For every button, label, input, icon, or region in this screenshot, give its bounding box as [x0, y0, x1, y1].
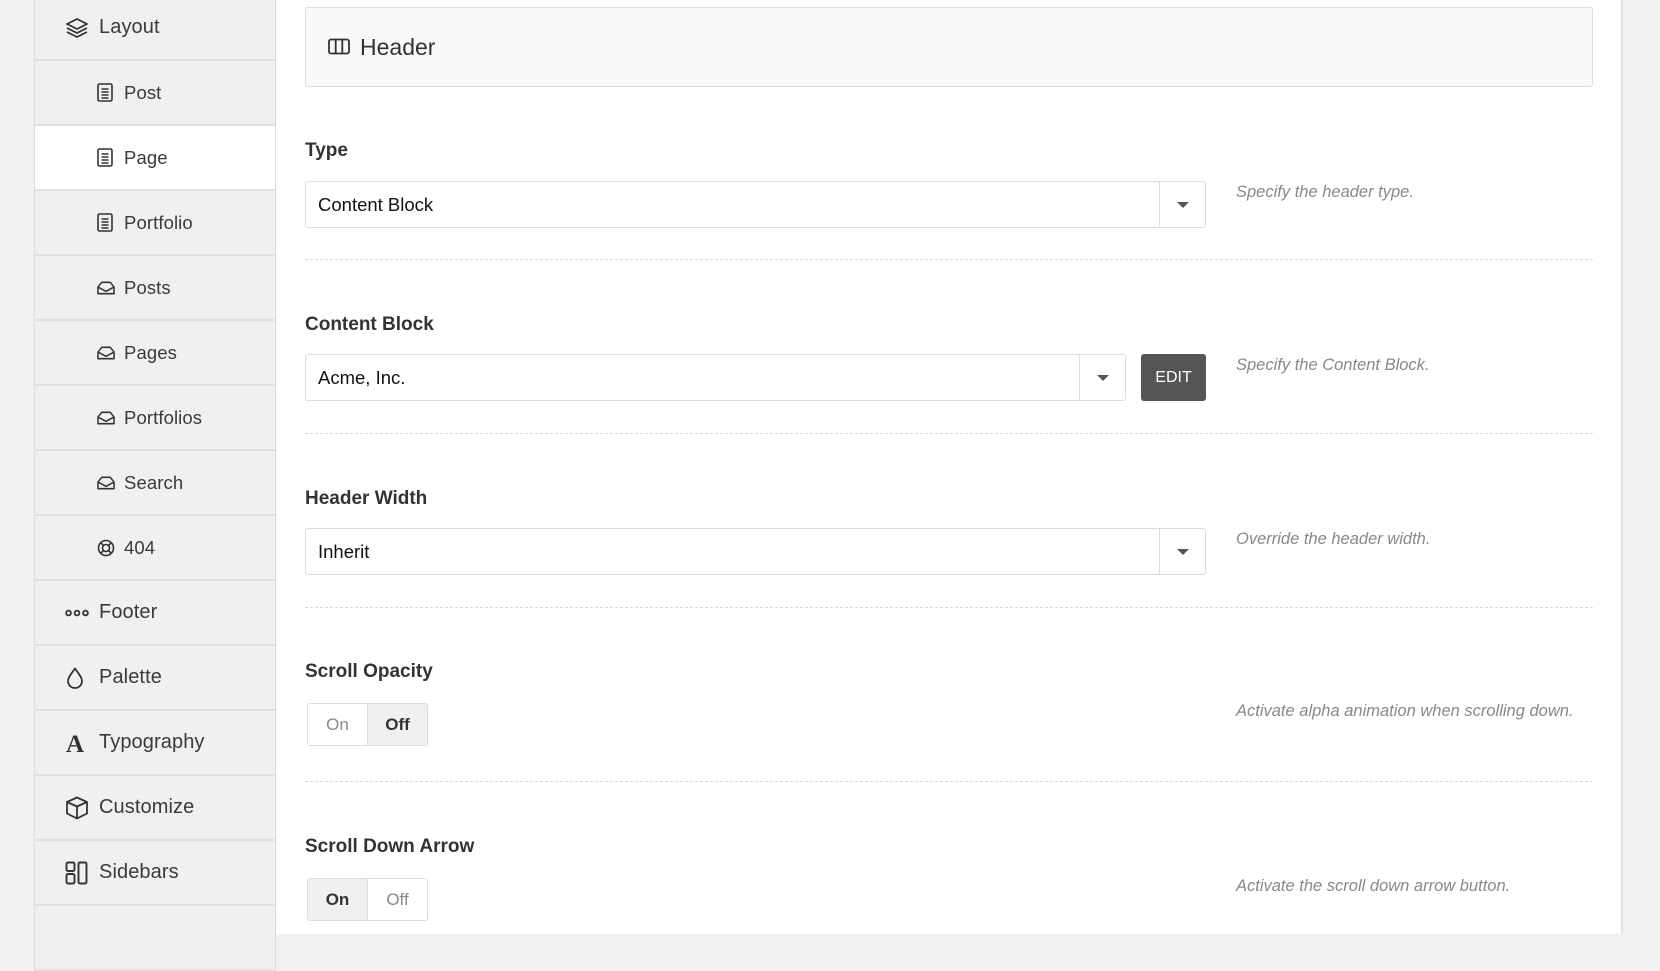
- scroll-opacity-off-option[interactable]: Off: [367, 704, 427, 745]
- sidebar-item-label: Palette: [99, 666, 162, 688]
- inbox-icon: [97, 472, 115, 494]
- layers-icon: [65, 17, 91, 39]
- life-ring-icon: [97, 537, 115, 559]
- sidebar-item-label: Post: [124, 81, 162, 103]
- type-help: Specify the header type.: [1236, 183, 1414, 201]
- sidebar-item-portfolios[interactable]: Portfolios: [35, 386, 275, 451]
- sidebar-item-label: Layout: [99, 16, 160, 38]
- sidebar-item-label: Footer: [99, 601, 158, 623]
- type-label: Type: [305, 140, 348, 161]
- sidebar-item-footer[interactable]: Footer: [35, 581, 275, 646]
- divider: [305, 781, 1593, 782]
- inbox-icon: [97, 407, 115, 429]
- caret-down-icon: [1096, 374, 1109, 381]
- header-width-select[interactable]: Inherit: [305, 528, 1206, 575]
- scroll-down-arrow-off-option[interactable]: Off: [367, 879, 427, 920]
- sidebar-item-search[interactable]: Search: [35, 451, 275, 516]
- ellipsis-icon: [65, 602, 91, 624]
- divider: [305, 433, 1593, 434]
- content-block-select-value: Acme, Inc.: [318, 366, 406, 388]
- sidebar-item-customize[interactable]: Customize: [35, 776, 275, 841]
- sidebar-item-label: Page: [124, 146, 168, 168]
- scroll-down-arrow-label: Scroll Down Arrow: [305, 836, 475, 857]
- scroll-down-arrow-on-option[interactable]: On: [308, 879, 367, 920]
- content-block-select-toggle[interactable]: [1079, 355, 1125, 400]
- sidebar-item-label: Posts: [124, 276, 171, 298]
- inbox-icon: [97, 342, 115, 364]
- columns-icon: [328, 38, 350, 56]
- sidebar-item-label: Customize: [99, 796, 195, 818]
- document-icon: [97, 147, 115, 169]
- sidebar-item-label: Pages: [124, 341, 177, 363]
- type-select-toggle[interactable]: [1159, 182, 1205, 227]
- sidebar-item-page[interactable]: Page: [35, 126, 275, 191]
- sidebar-item-label: Search: [124, 471, 184, 493]
- font-icon: A: [65, 732, 91, 754]
- sidebar-item-label: Portfolios: [124, 406, 203, 428]
- sidebar-item-typography[interactable]: A Typography: [35, 711, 275, 776]
- scroll-down-arrow-help: Activate the scroll down arrow button.: [1236, 877, 1511, 895]
- caret-down-icon: [1176, 201, 1189, 208]
- content-block-select[interactable]: Acme, Inc.: [305, 354, 1126, 401]
- settings-panel: Header Type Content Block Specify the he…: [276, 0, 1623, 934]
- type-select[interactable]: Content Block: [305, 181, 1206, 228]
- droplet-icon: [65, 667, 91, 689]
- sidebars-icon: [65, 861, 91, 884]
- header-width-select-toggle[interactable]: [1159, 529, 1205, 574]
- settings-sidebar: Layout Post Page Portfolio Posts Pages P…: [34, 0, 276, 971]
- scroll-opacity-on-option[interactable]: On: [308, 704, 367, 745]
- sidebar-item-palette[interactable]: Palette: [35, 646, 275, 711]
- sidebar-item-label: 404: [124, 536, 156, 558]
- caret-down-icon: [1176, 548, 1189, 555]
- section-header: Header: [305, 7, 1593, 87]
- sidebar-item-next[interactable]: [35, 906, 275, 971]
- scroll-opacity-help: Activate alpha animation when scrolling …: [1236, 702, 1574, 720]
- sidebar-item-label: Portfolio: [124, 211, 193, 233]
- sidebar-item-404[interactable]: 404: [35, 516, 275, 581]
- sidebar-item-label: Typography: [99, 731, 205, 753]
- scroll-opacity-label: Scroll Opacity: [305, 661, 433, 682]
- header-width-select-value: Inherit: [318, 540, 370, 562]
- sidebar-item-portfolio[interactable]: Portfolio: [35, 191, 275, 256]
- sidebar-item-pages[interactable]: Pages: [35, 321, 275, 386]
- document-icon: [97, 82, 115, 104]
- scroll-down-arrow-toggle: On Off: [307, 878, 428, 921]
- section-title: Header: [360, 33, 436, 60]
- divider: [305, 607, 1593, 608]
- cube-icon: [65, 796, 91, 819]
- divider: [305, 259, 1593, 260]
- type-select-value: Content Block: [318, 193, 434, 215]
- content-block-help: Specify the Content Block.: [1236, 356, 1430, 374]
- sidebar-item-sidebars[interactable]: Sidebars: [35, 841, 275, 906]
- header-width-label: Header Width: [305, 488, 428, 509]
- sidebar-item-layout[interactable]: Layout: [35, 0, 275, 61]
- sidebar-item-post[interactable]: Post: [35, 61, 275, 126]
- svg-text:A: A: [66, 732, 84, 754]
- header-width-help: Override the header width.: [1236, 530, 1431, 548]
- inbox-icon: [97, 277, 115, 299]
- document-icon: [97, 212, 115, 234]
- edit-content-block-button[interactable]: EDIT: [1141, 354, 1206, 401]
- sidebar-item-posts[interactable]: Posts: [35, 256, 275, 321]
- sidebar-item-label: Sidebars: [99, 861, 179, 883]
- content-block-label: Content Block: [305, 314, 434, 335]
- scroll-opacity-toggle: On Off: [307, 703, 428, 746]
